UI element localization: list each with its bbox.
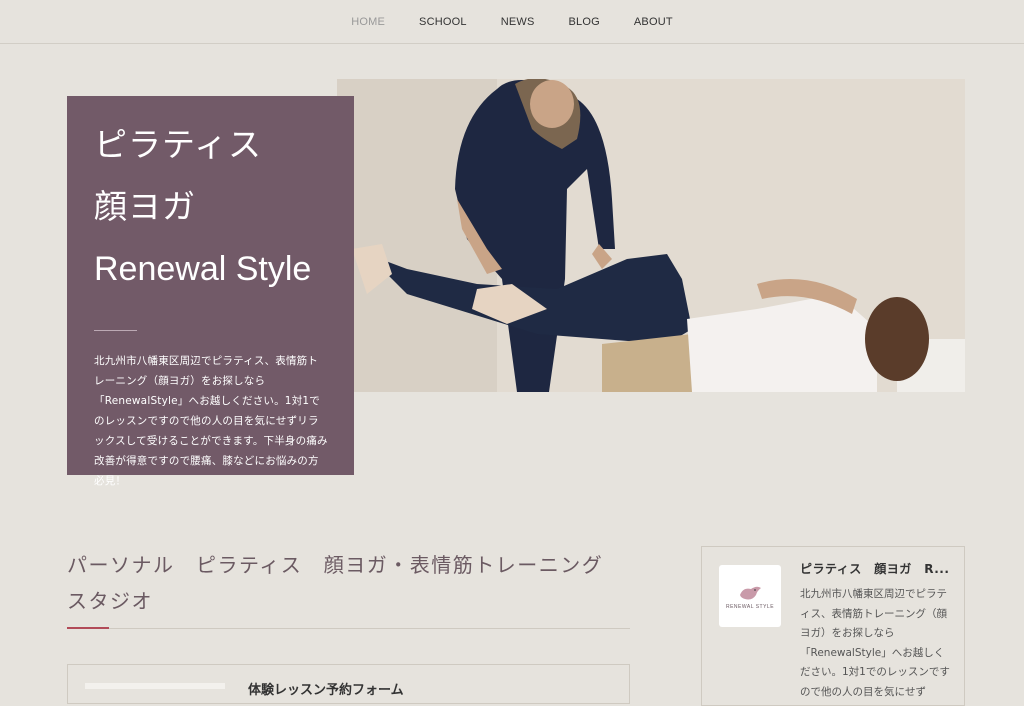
section-title: パーソナル ピラティス 顔ヨガ・表情筋トレーニング スタジオ bbox=[67, 553, 625, 613]
section-divider bbox=[67, 628, 630, 629]
nav-blog[interactable]: BLOG bbox=[569, 16, 600, 28]
lesson-card-thumbnail bbox=[85, 683, 225, 689]
section-divider-accent bbox=[67, 627, 109, 629]
top-navigation: HOME SCHOOL NEWS BLOG ABOUT bbox=[0, 0, 1024, 44]
hero-image bbox=[337, 79, 965, 392]
lesson-card[interactable]: 体験レッスン予約フォーム bbox=[67, 664, 630, 704]
nav-home[interactable]: HOME bbox=[351, 16, 385, 28]
hero-title: ピラティス 顔ヨガ Renewal Style bbox=[94, 114, 328, 300]
hero-title-line2: 顔ヨガ bbox=[94, 187, 196, 226]
sidebar-title[interactable]: ピラティス 顔ヨガ R... bbox=[800, 560, 950, 577]
nav-school[interactable]: SCHOOL bbox=[419, 16, 467, 28]
hero-divider bbox=[94, 330, 137, 331]
nav-news[interactable]: NEWS bbox=[501, 16, 535, 28]
hero-title-line3: Renewal Style bbox=[94, 250, 312, 288]
sidebar-profile-card: RENEWAL STYLE ピラティス 顔ヨガ R... 北九州市八幡東区周辺で… bbox=[701, 546, 965, 706]
bird-logo-icon bbox=[740, 586, 761, 599]
sidebar-description: 北九州市八幡東区周辺でピラティス、表情筋トレーニング（顔ヨガ）をお探しなら「Re… bbox=[800, 588, 950, 698]
studio-logo: RENEWAL STYLE bbox=[719, 565, 781, 627]
hero-description: 北九州市八幡東区周辺でピラティス、表情筋トレーニング（顔ヨガ）をお探しなら「Re… bbox=[94, 355, 328, 487]
hero-text-box: ピラティス 顔ヨガ Renewal Style 北九州市八幡東区周辺でピラティス… bbox=[67, 96, 354, 487]
logo-text: RENEWAL STYLE bbox=[725, 603, 775, 610]
nav-about[interactable]: ABOUT bbox=[634, 16, 673, 28]
hero-title-line1: ピラティス bbox=[94, 125, 263, 164]
lesson-card-title[interactable]: 体験レッスン予約フォーム bbox=[248, 679, 404, 698]
